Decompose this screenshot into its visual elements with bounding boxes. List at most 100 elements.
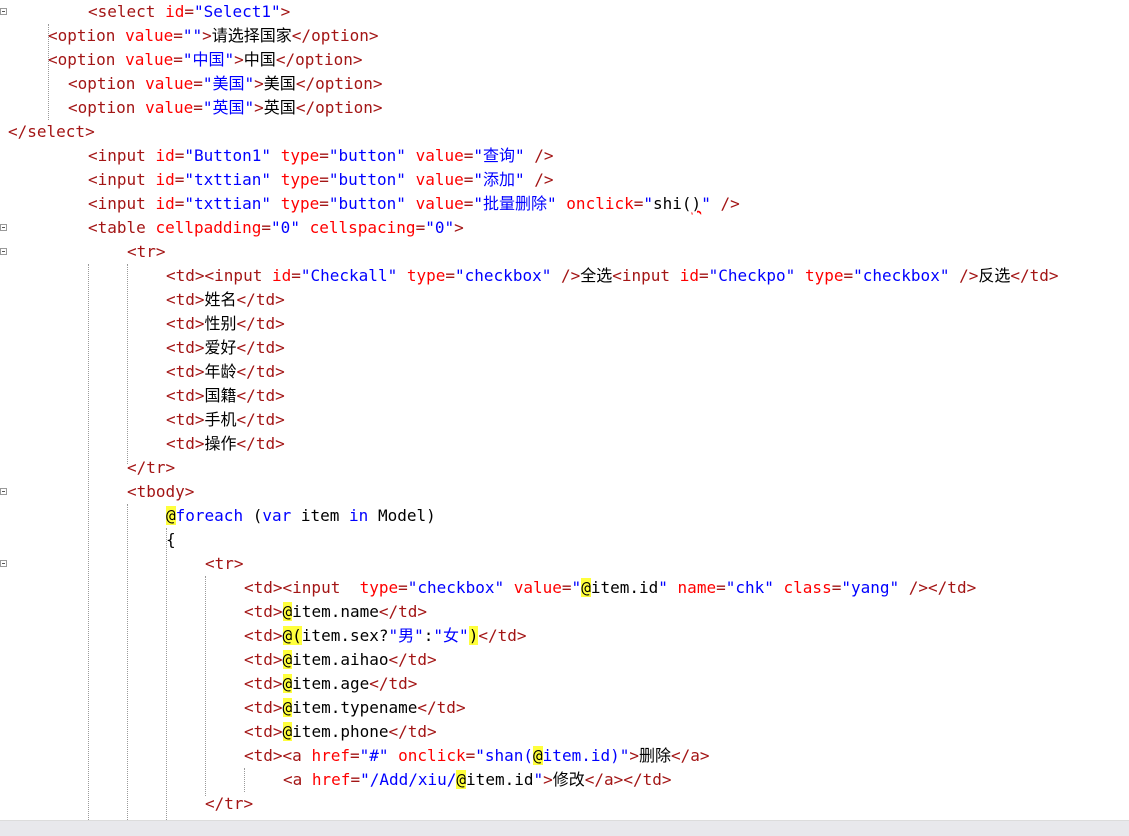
code-token: 美国 <box>263 74 296 93</box>
code-token: item.age <box>292 674 370 693</box>
code-token: /> <box>524 146 554 165</box>
code-line: { <box>166 528 176 552</box>
fold-toggle-icon[interactable] <box>0 560 7 567</box>
code-token: value <box>513 578 562 597</box>
code-token: </td> <box>236 314 285 333</box>
code-token: "Checkall" <box>300 266 398 285</box>
code-token: <option <box>68 74 146 93</box>
code-token: <td> <box>244 650 283 669</box>
code-token: = <box>319 146 329 165</box>
code-token: <td> <box>166 362 205 381</box>
code-token: "批量删除" <box>473 194 557 213</box>
code-line: <tbody> <box>127 480 194 504</box>
code-token: <option <box>48 26 126 45</box>
code-token: <td> <box>166 434 205 453</box>
code-token: id <box>271 266 292 285</box>
indent-guide <box>244 768 245 792</box>
code-token: </option> <box>295 74 383 93</box>
code-token: 删除 <box>639 746 672 765</box>
code-token: 爱好 <box>204 338 237 357</box>
code-token: > <box>254 98 264 117</box>
code-token: <td> <box>244 602 283 621</box>
code-token: "checkbox" <box>853 266 950 285</box>
code-line: <input id="txttian" type="button" value=… <box>88 192 740 216</box>
code-token: "女" <box>433 626 469 645</box>
code-token: = <box>349 746 360 765</box>
code-line: <a href="/Add/xiu/@item.id">修改</a></td> <box>283 768 671 792</box>
code-token: "/Add/xiu/ <box>360 770 457 789</box>
code-token: /> <box>949 266 979 285</box>
code-token: item.typename <box>292 698 418 717</box>
code-token: 中国 <box>243 50 276 69</box>
code-token: onclick <box>566 194 634 213</box>
code-token: </td> <box>378 602 428 621</box>
code-token: cellspacing <box>309 218 416 237</box>
code-token: "Button1" <box>184 146 272 165</box>
code-token: <table <box>88 218 156 237</box>
code-token: </td> <box>236 338 285 357</box>
code-token: @ <box>282 722 293 741</box>
code-token: <input <box>88 146 156 165</box>
code-token: = <box>174 194 185 213</box>
fold-toggle-icon[interactable] <box>0 8 7 15</box>
code-line: <td>姓名</td> <box>166 288 285 312</box>
code-token: <option <box>68 98 146 117</box>
code-token: id <box>155 170 175 189</box>
code-token: @ <box>282 674 293 693</box>
code-token: "Select1" <box>193 2 281 21</box>
code-token: "中国" <box>182 50 235 69</box>
code-editor[interactable]: <select id="Select1"> <option value="">请选… <box>0 0 1129 820</box>
code-token: </a> <box>671 746 710 765</box>
code-token: 反选 <box>978 266 1011 285</box>
code-token: <td> <box>244 626 283 645</box>
code-token: </td> <box>1010 266 1059 285</box>
code-token: <td> <box>244 698 283 717</box>
code-token: shi( <box>653 194 692 213</box>
code-token: onclick <box>398 746 466 765</box>
code-line: <input id="txttian" type="button" value=… <box>88 168 554 192</box>
fold-toggle-icon[interactable] <box>0 248 7 255</box>
code-token: = <box>465 746 476 765</box>
code-token: value <box>125 50 174 69</box>
code-token: = <box>193 74 203 93</box>
code-token: @ <box>282 602 293 621</box>
code-token: @ <box>533 746 543 765</box>
code-line: <td>爱好</td> <box>166 336 285 360</box>
horizontal-scrollbar[interactable] <box>0 820 1129 836</box>
code-token: = <box>633 194 644 213</box>
code-token: </td> <box>236 410 285 429</box>
code-token: : <box>423 626 434 645</box>
code-token: = <box>463 194 474 213</box>
code-token: " <box>533 770 544 789</box>
code-token: cellpadding <box>155 218 262 237</box>
code-token: <option <box>48 50 126 69</box>
code-token: <td> <box>166 338 205 357</box>
code-token: ) <box>691 194 702 213</box>
code-token: href <box>311 746 350 765</box>
code-token: "男" <box>388 626 424 645</box>
indent-guide <box>88 264 89 820</box>
code-token: <td><a <box>244 746 312 765</box>
code-token: "txttian" <box>184 170 272 189</box>
code-token: value <box>125 26 174 45</box>
fold-toggle-icon[interactable] <box>0 224 7 231</box>
code-token: <td><input <box>166 266 272 285</box>
code-token: </tr> <box>127 458 176 477</box>
code-token: </td> <box>236 386 285 405</box>
code-token: <input <box>612 266 680 285</box>
code-line: <tr> <box>205 552 244 576</box>
code-token: item.id)" <box>542 746 630 765</box>
fold-toggle-icon[interactable] <box>0 488 7 495</box>
code-token: <td> <box>166 290 205 309</box>
code-token: item <box>291 506 350 525</box>
code-token: item.phone <box>292 722 389 741</box>
code-line: </select> <box>8 120 95 144</box>
code-line: <td>年龄</td> <box>166 360 285 384</box>
code-token: = <box>261 218 272 237</box>
code-line: <td>@(item.sex?"男":"女")</td> <box>244 624 527 648</box>
code-token: "button" <box>328 146 406 165</box>
code-token: "shan( <box>475 746 534 765</box>
